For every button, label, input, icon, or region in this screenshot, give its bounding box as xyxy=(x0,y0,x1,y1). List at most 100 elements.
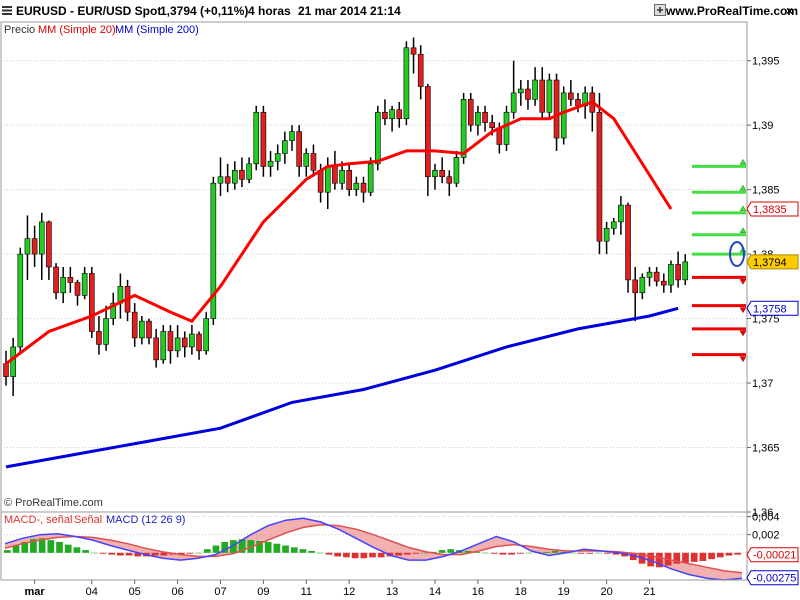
candle-body xyxy=(3,363,9,377)
candle-body xyxy=(260,111,267,167)
candle-body xyxy=(274,153,281,162)
time-tick-label: 05 xyxy=(129,586,141,598)
macd-hist-bar xyxy=(412,552,420,554)
value-badge: 1,3835 xyxy=(746,201,799,217)
candle[interactable] xyxy=(260,105,267,177)
macd-legend-3[interactable]: MACD (12 26 9) xyxy=(106,514,185,526)
macd-hist-bar xyxy=(708,552,715,560)
candle-body xyxy=(174,337,181,352)
macd-badges: -0,00021 -0,00275 xyxy=(746,547,799,586)
candle-body xyxy=(410,47,417,55)
macd-hist-bar xyxy=(90,552,98,554)
copyright-text: © ProRealTime.com xyxy=(4,497,103,509)
candle-body xyxy=(374,111,381,165)
candle[interactable] xyxy=(253,105,260,171)
macd-hist-bar xyxy=(716,552,724,558)
candle-body xyxy=(60,277,67,294)
candle[interactable] xyxy=(625,202,631,293)
macd-hist-bar xyxy=(438,550,446,553)
candle-body xyxy=(546,79,553,113)
candle-body xyxy=(217,176,224,184)
candle-body xyxy=(89,273,95,332)
macd-hist-bar xyxy=(377,552,385,558)
macd-tick-label: 0,002 xyxy=(752,530,780,542)
candle[interactable] xyxy=(596,92,603,255)
candle-body xyxy=(303,153,310,167)
candle-body xyxy=(131,311,138,339)
candle-body xyxy=(539,79,546,113)
macd-tick-label: 0,004 xyxy=(752,512,780,524)
candle-body xyxy=(653,271,660,282)
badge-label: 1,3835 xyxy=(753,204,787,216)
candle-body xyxy=(503,111,510,145)
macd-hist-bar xyxy=(447,549,455,553)
candle-body xyxy=(289,131,295,141)
macd-hist-bar xyxy=(603,552,611,554)
macd-legend-2[interactable]: Señal xyxy=(74,514,102,526)
candle-body xyxy=(67,277,74,283)
candle-body xyxy=(532,79,538,100)
candle-body xyxy=(353,182,360,190)
candle[interactable] xyxy=(546,73,553,119)
macd-hist-bar xyxy=(577,552,585,554)
macd-hist-bar xyxy=(186,552,194,554)
candle[interactable] xyxy=(17,247,24,355)
candle[interactable] xyxy=(560,86,567,145)
candle[interactable] xyxy=(203,312,209,355)
value-badge: -0,00021 xyxy=(746,547,799,563)
candle-body xyxy=(17,253,24,348)
candle-body xyxy=(646,271,653,278)
macd-hist-bar xyxy=(117,552,124,556)
ma-slow-legend[interactable]: MM (Simple 200) xyxy=(115,24,199,36)
macd-hist-bar xyxy=(351,552,359,559)
macd-hist-bar xyxy=(699,552,707,561)
macd-hist-bar xyxy=(499,552,507,555)
candle-body xyxy=(167,331,174,352)
time-axis: mar 04 05 06 07 09 11 12 13 14 16 18 19 20 21 xyxy=(1,579,747,598)
macd-hist-bar xyxy=(490,552,498,554)
macd-hist-bar xyxy=(334,552,342,557)
candle-body xyxy=(160,331,167,361)
candle-body xyxy=(96,331,102,345)
macd-hist-bar xyxy=(682,552,689,563)
candle-body xyxy=(510,92,517,113)
time-tick-label: 20 xyxy=(600,586,612,598)
candle[interactable] xyxy=(89,267,95,338)
macd-hist-bar xyxy=(360,552,368,559)
ma-fast-legend[interactable]: MM (Simple 20) xyxy=(38,24,116,36)
candle-body xyxy=(339,169,345,184)
candle-body xyxy=(603,228,610,242)
macd-hist-bar xyxy=(343,552,350,558)
macd-hist-bar xyxy=(73,547,81,553)
macd-hist-bar xyxy=(299,549,307,553)
price-tick-label: 1,37 xyxy=(752,378,773,390)
badge-label: 1,3758 xyxy=(753,303,787,315)
time-tick-label: 06 xyxy=(171,586,183,598)
macd-legend-1[interactable]: MACD-, señal xyxy=(4,514,72,526)
candle[interactable] xyxy=(503,105,510,151)
macd-hist-bar xyxy=(151,552,159,556)
candle[interactable] xyxy=(210,176,217,326)
macd-hist-bar xyxy=(56,541,63,553)
candle-body xyxy=(489,122,496,129)
candle-body xyxy=(568,92,574,100)
macd-hist-bar xyxy=(203,549,211,553)
price-legend-label: Precio xyxy=(4,24,35,36)
candle[interactable] xyxy=(403,41,410,126)
macd-hist-bar xyxy=(282,545,289,553)
price-badges: 1,3835 1,3794 1,3758 xyxy=(746,201,799,316)
candle-body xyxy=(203,318,209,352)
candle-body xyxy=(232,169,238,184)
candle-body xyxy=(446,176,453,184)
macd-panel: 0,0040,0020 -0,00021-0,00275 MACD-, seña… xyxy=(0,511,799,586)
macd-hist-bar xyxy=(160,552,168,556)
macd-hist-bar xyxy=(4,550,11,553)
macd-hist-bar xyxy=(586,552,594,554)
time-tick-label: 14 xyxy=(429,586,441,598)
candle-body xyxy=(24,238,31,255)
badge-label: -0,00021 xyxy=(753,550,796,562)
candle-body xyxy=(103,318,109,345)
candle-body xyxy=(660,280,667,286)
candle-body xyxy=(460,99,467,158)
candle-body xyxy=(360,182,367,193)
